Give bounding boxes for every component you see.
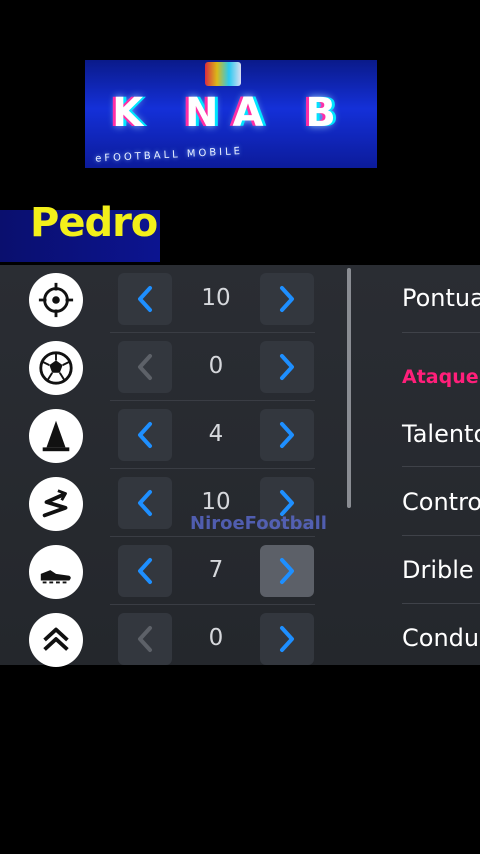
ataque-section-label: Ataque [402, 366, 479, 388]
banner-logo-text: K NA B [112, 90, 350, 136]
controle-label: Contro [402, 488, 480, 516]
increase-button[interactable] [260, 341, 314, 393]
stat-row: 4 [0, 401, 345, 469]
watermark: NiroeFootball [190, 513, 327, 534]
stat-row: 0 [0, 605, 345, 673]
cone-icon [29, 409, 83, 463]
crosshair-icon [29, 273, 83, 327]
increase-button[interactable] [260, 273, 314, 325]
zigzag-arrow-icon [29, 477, 83, 531]
increase-button[interactable] [260, 545, 314, 597]
pontuacao-label: Pontua [402, 284, 480, 312]
soccer-ball-icon [29, 341, 83, 395]
boot-icon [29, 545, 83, 599]
stat-value: 0 [208, 625, 224, 651]
scrollbar[interactable] [347, 268, 351, 508]
increase-button[interactable] [260, 409, 314, 461]
drible-label: Drible [402, 556, 474, 584]
stat-value: 7 [208, 557, 224, 583]
stat-value: 0 [208, 353, 224, 379]
stat-value: 4 [208, 421, 224, 447]
decrease-button[interactable] [118, 273, 172, 325]
double-chevron-up-icon [29, 613, 83, 667]
decrease-button[interactable] [118, 613, 172, 665]
stat-value: 10 [201, 285, 231, 311]
talento-label: Talento [402, 420, 480, 448]
stat-row: 7 [0, 537, 345, 605]
stat-value: 10 [201, 489, 231, 515]
right-divider [402, 466, 480, 467]
banner-subtitle: eFOOTBALL MOBILE [94, 145, 244, 165]
right-divider [402, 332, 480, 333]
conducao-label: Condu [402, 624, 480, 652]
increase-button[interactable] [260, 613, 314, 665]
decrease-button[interactable] [118, 477, 172, 529]
decrease-button[interactable] [118, 341, 172, 393]
right-divider [402, 603, 480, 604]
player-name: Pedro [30, 200, 158, 246]
efootball-banner: K NA B eFOOTBALL MOBILE [85, 60, 377, 168]
decrease-button[interactable] [118, 409, 172, 461]
right-divider [402, 535, 480, 536]
stat-row: 10 [0, 265, 345, 333]
decrease-button[interactable] [118, 545, 172, 597]
stat-row: 0 [0, 333, 345, 401]
banner-mark-icon [205, 62, 241, 86]
